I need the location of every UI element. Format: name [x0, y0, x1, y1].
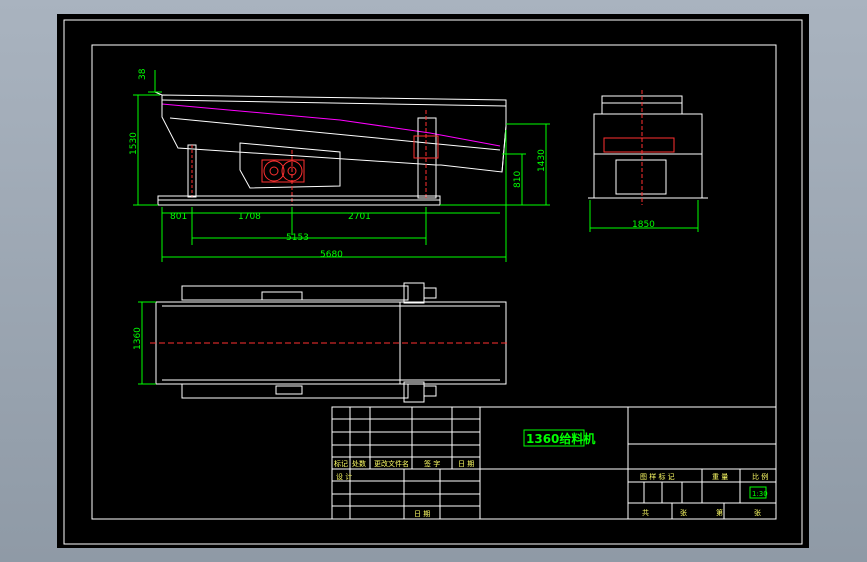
svg-text:更改文件名: 更改文件名 [374, 459, 409, 468]
cad-drawing-sheet: 38 1530 1430 810 801 1708 2701 5153 5680… [57, 14, 809, 548]
svg-text:张: 张 [754, 508, 761, 517]
dim-top-small: 38 [138, 68, 148, 80]
dim-bottom-3: 2701 [348, 212, 371, 222]
dim-right-height-2: 810 [513, 171, 523, 188]
dim-bottom-1: 801 [170, 212, 187, 222]
dim-mount-length: 5153 [286, 233, 309, 243]
dim-overall-length: 5680 [320, 250, 343, 260]
svg-text:日 期: 日 期 [458, 460, 474, 468]
dim-end-width: 1850 [632, 220, 655, 230]
svg-text:第: 第 [716, 508, 723, 517]
svg-text:张: 张 [680, 508, 687, 517]
dim-left-height: 1530 [129, 132, 139, 155]
svg-text:比 例: 比 例 [752, 472, 768, 481]
scale-value: 1:30 [752, 490, 768, 498]
drawing-title: 1360给料机 [526, 431, 595, 446]
svg-text:图 样 标 记: 图 样 标 记 [640, 472, 675, 481]
svg-text:共: 共 [642, 508, 649, 517]
svg-text:签 字: 签 字 [424, 459, 440, 468]
design-label: 设 计 [336, 472, 352, 481]
date-label: 日 期 [414, 510, 430, 518]
dim-right-height-1: 1430 [537, 149, 547, 172]
svg-text:标记: 标记 [334, 459, 348, 468]
svg-text:重 量: 重 量 [712, 473, 728, 481]
svg-text:处数: 处数 [352, 459, 366, 468]
dim-plan-width: 1360 [133, 327, 143, 350]
dim-bottom-2: 1708 [238, 212, 261, 222]
